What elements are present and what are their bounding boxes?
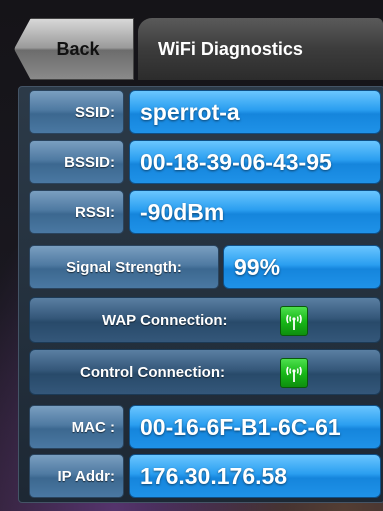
back-button[interactable]: Back — [14, 18, 134, 80]
wap-connection-label: WAP Connection: — [102, 311, 228, 329]
screen-background: Back WiFi Diagnostics SSID: sperrot-a BS… — [0, 0, 383, 511]
ip-addr-value: 176.30.176.58 — [129, 454, 381, 498]
control-connection-label: Control Connection: — [80, 363, 225, 381]
ip-addr-label: IP Addr: — [29, 454, 124, 498]
bssid-value: 00-18-39-06-43-95 — [129, 140, 381, 184]
wifi-antenna-green-icon — [280, 306, 308, 336]
page-title: WiFi Diagnostics — [158, 38, 303, 59]
mac-label: MAC : — [29, 405, 124, 449]
diagnostics-panel: SSID: sperrot-a BSSID: 00-18-39-06-43-95… — [18, 86, 383, 503]
control-connection-row: Control Connection: — [29, 349, 381, 395]
rssi-label: RSSI: — [29, 190, 124, 234]
ssid-label: SSID: — [29, 90, 124, 134]
wifi-antenna-green-icon — [280, 358, 308, 388]
signal-strength-label: Signal Strength: — [29, 245, 219, 289]
header: Back WiFi Diagnostics — [4, 10, 383, 80]
wap-connection-row: WAP Connection: — [29, 297, 381, 343]
title-bar: WiFi Diagnostics — [138, 18, 383, 80]
back-button-label: Back — [56, 38, 100, 59]
ssid-value: sperrot-a — [129, 90, 381, 134]
signal-strength-value: 99% — [223, 245, 381, 289]
rssi-value: -90dBm — [129, 190, 381, 234]
bssid-label: BSSID: — [29, 140, 124, 184]
mac-value: 00-16-6F-B1-6C-61 — [129, 405, 381, 449]
